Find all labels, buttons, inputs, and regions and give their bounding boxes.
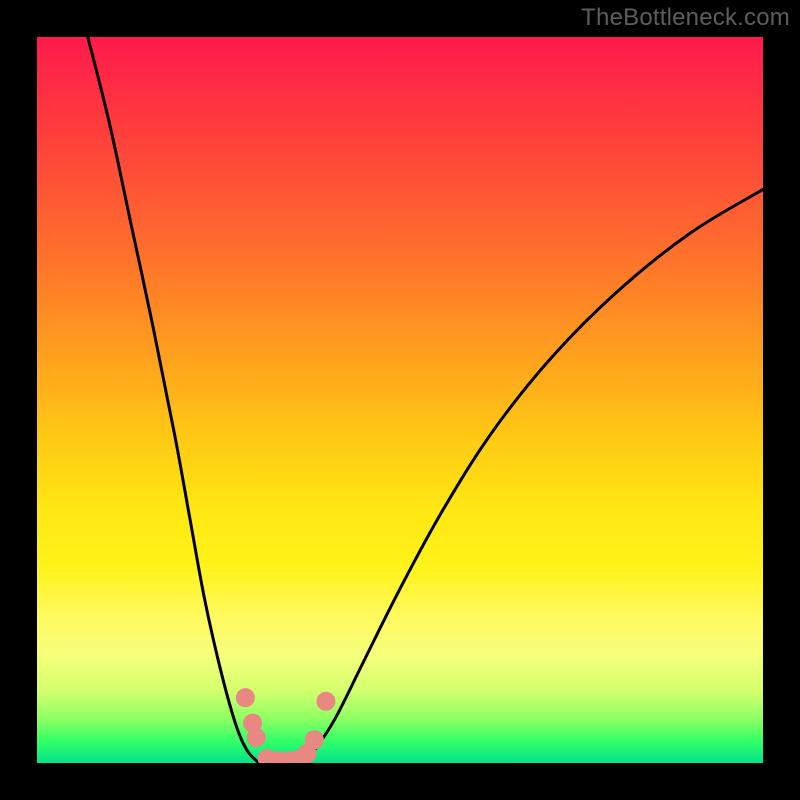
watermark-text: TheBottleneck.com: [581, 4, 790, 32]
valley-marker: [317, 692, 335, 710]
valley-marker: [247, 729, 265, 747]
valley-marker: [305, 731, 323, 749]
bottleneck-curve-layer: [37, 37, 763, 763]
valley-marker: [236, 689, 254, 707]
bottleneck-curve: [88, 37, 763, 763]
chart-frame: TheBottleneck.com: [0, 0, 800, 800]
plot-area: [37, 37, 763, 763]
